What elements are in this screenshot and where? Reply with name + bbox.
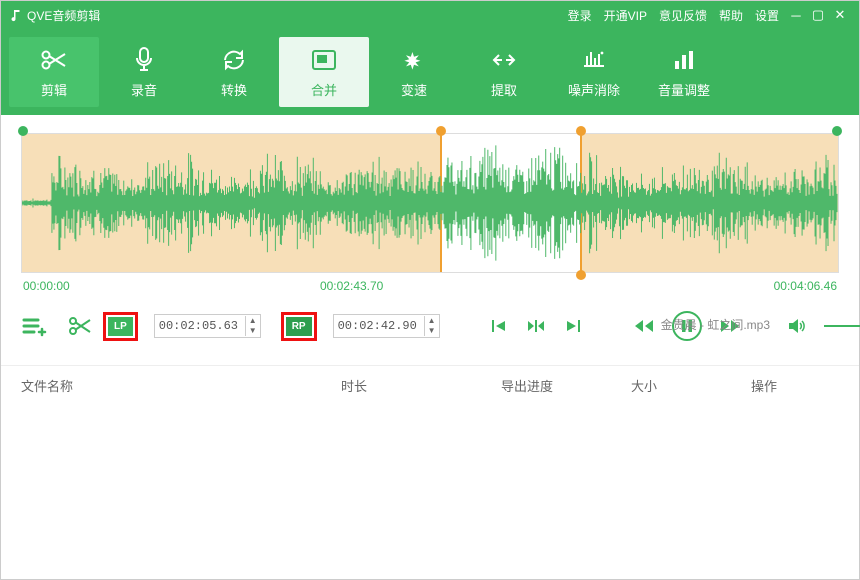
rp-step-down[interactable]: ▼ [425,326,439,336]
waveform-graphic [22,134,838,272]
volume-slider[interactable] [824,324,860,328]
cut-selection-button[interactable] [67,315,93,337]
titlebar: QVE音频剪辑 登录 开通VIP 意见反馈 帮助 设置 － ▢ ✕ [1,1,859,29]
tool-extract[interactable]: 提取 [459,37,549,107]
lp-step-down[interactable]: ▼ [246,326,260,336]
tool-volume-adjust[interactable]: 音量调整 [639,37,729,107]
lp-time-input: ▲▼ [154,314,261,338]
rp-step-up[interactable]: ▲ [425,316,439,326]
login-link[interactable]: 登录 [568,7,592,24]
col-actions: 操作 [751,376,839,395]
lp-button[interactable]: LP [108,317,133,336]
rewind-button[interactable] [634,319,654,333]
time-scale: 00:00:00 00:02:43.70 00:04:06.46 [21,273,839,293]
app-title: QVE音频剪辑 [9,7,100,24]
tool-label: 提取 [491,80,517,99]
cycle-icon [221,46,247,74]
time-start: 00:00:00 [23,279,70,293]
extract-icon [491,46,517,74]
waveform-track[interactable] [21,133,839,273]
file-list-header: 文件名称 时长 导出进度 大小 操作 [1,365,859,405]
waveform-area: 00:00:00 00:02:43.70 00:04:06.46 [1,115,859,297]
col-progress: 导出进度 [501,376,631,395]
tool-speed[interactable]: 变速 [369,37,459,107]
minimize-button[interactable]: － [785,6,807,25]
close-button[interactable]: ✕ [829,7,851,23]
lp-time-field[interactable] [155,315,245,337]
col-size: 大小 [631,376,751,395]
mic-icon [133,46,155,74]
lp-container: LP [103,312,138,341]
tool-cut[interactable]: 剪辑 [9,37,99,107]
tool-label: 剪辑 [41,80,67,99]
note-icon [9,8,23,22]
current-file-name: 金贵晨 - 虹之间.mp3 [661,316,770,333]
volume-icon[interactable] [788,318,806,334]
tool-label: 录音 [131,80,157,99]
rp-container: RP [281,312,317,341]
goto-end-button[interactable] [564,318,582,334]
tool-denoise[interactable]: 噪声消除 [549,37,639,107]
col-duration: 时长 [341,376,501,395]
scissors-icon [39,46,69,74]
help-link[interactable]: 帮助 [719,7,743,24]
maximize-button[interactable]: ▢ [807,7,829,23]
rp-time-field[interactable] [334,315,424,337]
lp-step-up[interactable]: ▲ [246,316,260,326]
tool-label: 音量调整 [658,80,710,99]
tool-label: 噪声消除 [568,80,620,99]
time-end: 00:04:06.46 [774,279,837,293]
col-filename: 文件名称 [21,376,341,395]
add-to-list-button[interactable] [21,315,47,337]
feedback-link[interactable]: 意见反馈 [659,7,707,24]
rp-button[interactable]: RP [286,317,312,336]
trim-in-button[interactable] [526,318,546,334]
merge-icon [311,46,337,74]
tool-merge[interactable]: 合并 [279,37,369,107]
rp-time-input: ▲▼ [333,314,440,338]
denoise-icon [581,46,607,74]
tool-label: 合并 [311,80,337,99]
vip-link[interactable]: 开通VIP [604,7,647,24]
tool-convert[interactable]: 转换 [189,37,279,107]
goto-start-button[interactable] [490,318,508,334]
speed-icon [402,46,426,74]
tool-label: 转换 [221,80,247,99]
time-mid: 00:02:43.70 [320,279,383,293]
settings-link[interactable]: 设置 [755,7,779,24]
tool-record[interactable]: 录音 [99,37,189,107]
main-toolbar: 剪辑 录音 转换 合并 变速 提取 噪声消除 音量调整 [1,29,859,115]
tool-label: 变速 [401,80,427,99]
volume-adjust-icon [672,46,696,74]
app-title-text: QVE音频剪辑 [27,7,100,24]
